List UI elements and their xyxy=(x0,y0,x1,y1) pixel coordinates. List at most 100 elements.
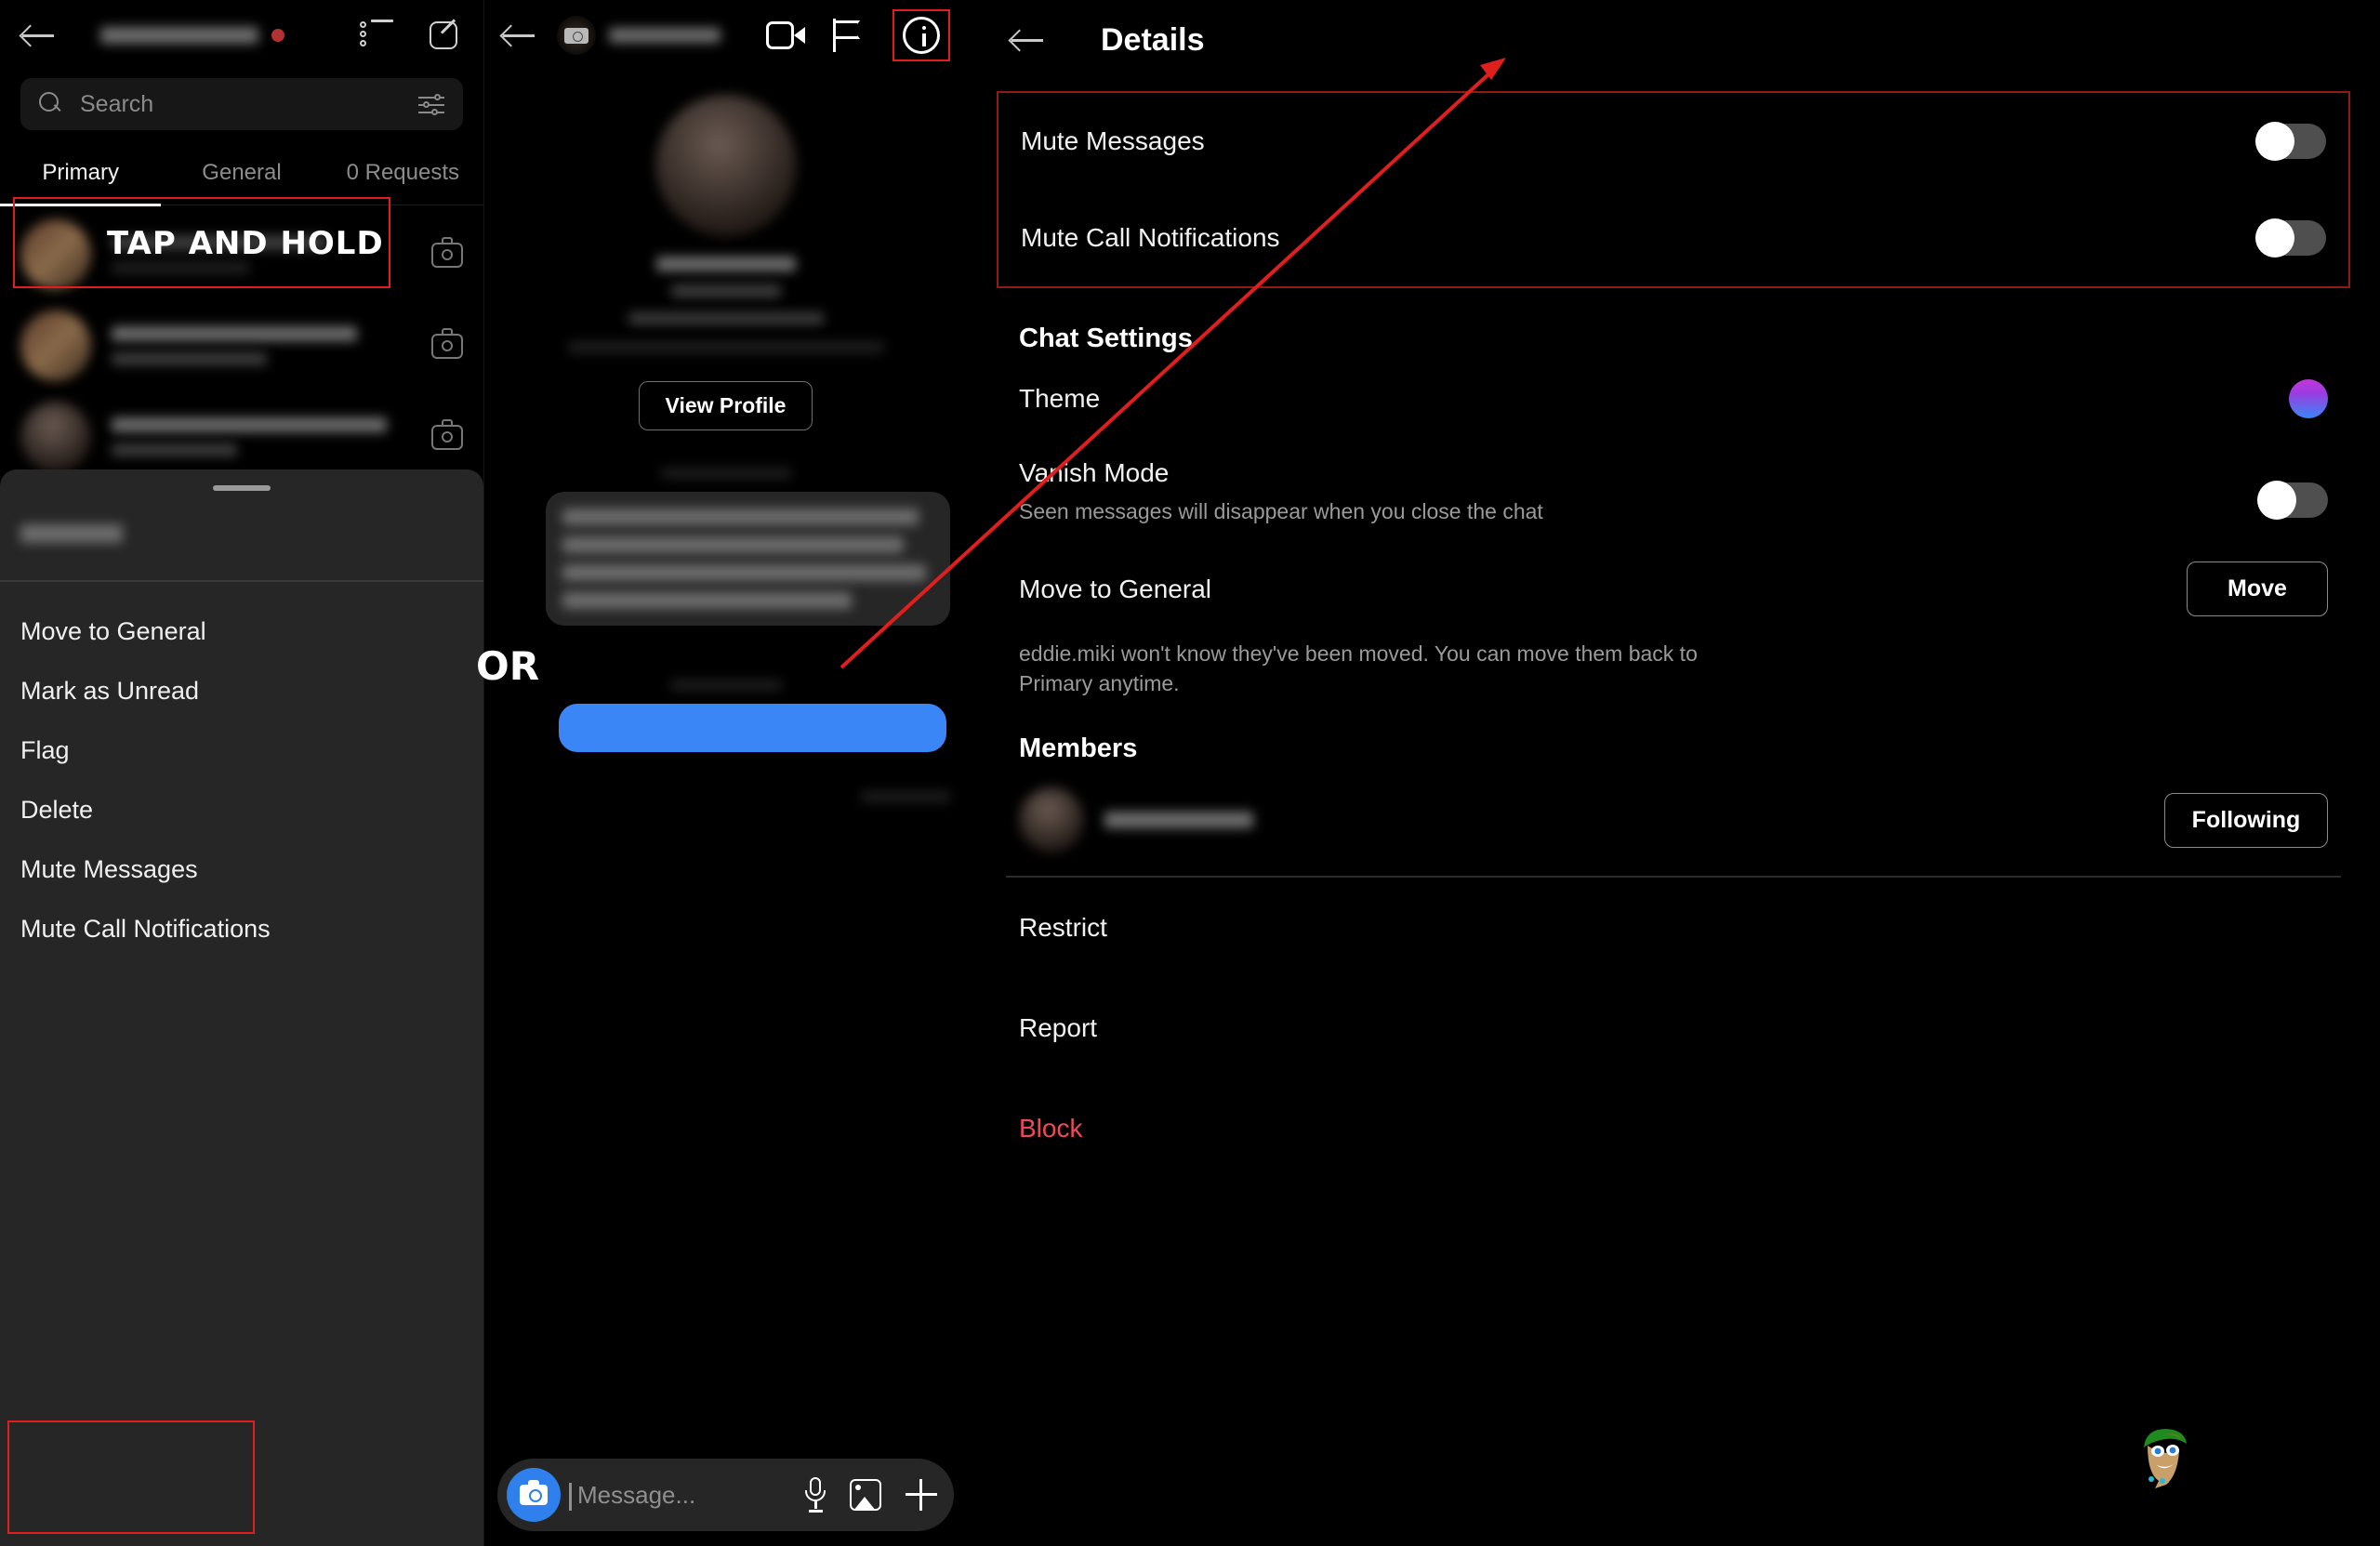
message-bubble-outgoing[interactable] xyxy=(559,704,946,752)
mute-call-notifications-label: Mute Call Notifications xyxy=(1021,223,1280,252)
row-theme[interactable]: Theme xyxy=(997,354,2350,443)
menu-item-mark-as-unread[interactable]: Mark as Unread xyxy=(0,662,483,721)
conversation-row[interactable] xyxy=(0,300,483,391)
camera-icon[interactable] xyxy=(507,1468,561,1522)
action-report[interactable]: Report xyxy=(997,978,2350,1078)
page-title: Details xyxy=(1101,21,1205,58)
flag-icon[interactable] xyxy=(833,19,865,52)
microphone-icon[interactable] xyxy=(805,1477,826,1513)
mute-messages-label: Mute Messages xyxy=(1021,126,1205,155)
message-list xyxy=(484,430,967,802)
chat-profile-header: View Profile xyxy=(484,71,967,430)
menu-item-move-to-general[interactable]: Move to General xyxy=(0,602,483,662)
tab-requests-label: 0 Requests xyxy=(346,160,460,185)
profile-name-redacted xyxy=(655,257,796,271)
member-row[interactable]: Following xyxy=(997,764,2350,876)
menu-item-mute-call-notifications[interactable]: Mute Call Notifications xyxy=(0,900,483,959)
screenshot-root: Search Primary General 0 Requests TAP AN… xyxy=(0,0,2380,1546)
move-to-general-note: eddie.miki won't know they've been moved… xyxy=(1019,641,1698,696)
watermark-logo xyxy=(2144,1429,2187,1488)
camera-icon[interactable] xyxy=(431,327,463,359)
tab-primary[interactable]: Primary xyxy=(0,149,162,206)
move-to-general-label: Move to General xyxy=(1019,574,1211,603)
tab-general[interactable]: General xyxy=(161,149,322,205)
text-caret xyxy=(569,1482,572,1511)
info-icon[interactable] xyxy=(903,17,940,54)
back-arrow-icon[interactable] xyxy=(501,21,536,49)
mute-options-highlight-box xyxy=(7,1420,255,1534)
search-input[interactable]: Search xyxy=(20,78,463,130)
menu-item-delete[interactable]: Delete xyxy=(0,781,483,840)
view-profile-button[interactable]: View Profile xyxy=(638,381,813,430)
plus-icon[interactable] xyxy=(906,1479,937,1511)
inbox-panel: Search Primary General 0 Requests TAP AN… xyxy=(0,0,483,1546)
chat-topbar xyxy=(484,0,967,71)
photo-icon[interactable] xyxy=(850,1479,881,1511)
row-mute-call-notifications[interactable]: Mute Call Notifications xyxy=(998,190,2348,286)
avatar xyxy=(654,95,797,236)
row-move-to-general: Move to General Move xyxy=(997,526,2350,617)
theme-swatch-icon[interactable] xyxy=(2289,379,2328,418)
menu-item-flag[interactable]: Flag xyxy=(0,721,483,781)
action-block[interactable]: Block xyxy=(997,1078,2350,1179)
mute-call-notifications-toggle[interactable] xyxy=(2255,218,2326,258)
message-timestamp-redacted xyxy=(669,680,782,691)
back-arrow-icon[interactable] xyxy=(1010,26,1045,54)
unread-dot-badge xyxy=(271,29,284,42)
action-sheet-items: Move to General Mark as Unread Flag Dele… xyxy=(0,582,483,959)
tab-primary-label: Primary xyxy=(42,160,119,185)
profile-handle-redacted xyxy=(670,284,781,297)
row-vanish-mode[interactable]: Vanish Mode Seen messages will disappear… xyxy=(997,443,2350,526)
conversation-action-sheet: Move to General Mark as Unread Flag Dele… xyxy=(0,469,483,1546)
mute-messages-toggle[interactable] xyxy=(2255,122,2326,161)
account-username-redacted[interactable] xyxy=(100,27,258,44)
search-placeholder: Search xyxy=(80,90,154,117)
following-button[interactable]: Following xyxy=(2164,792,2328,848)
search-icon xyxy=(39,92,63,116)
message-bubble-incoming[interactable] xyxy=(546,492,950,626)
avatar xyxy=(1019,787,1084,853)
sheet-grab-handle[interactable] xyxy=(213,485,271,491)
sheet-username-redacted xyxy=(20,524,123,543)
message-placeholder: Message... xyxy=(577,1480,696,1509)
list-icon[interactable] xyxy=(359,20,394,51)
vanish-mode-toggle[interactable] xyxy=(2257,481,2328,520)
compose-icon[interactable] xyxy=(428,18,463,53)
members-heading: Members xyxy=(1019,733,1138,764)
camera-icon[interactable] xyxy=(431,236,463,268)
message-status-redacted xyxy=(861,791,950,802)
details-topbar: Details xyxy=(997,0,2350,80)
vanish-mode-description: Seen messages will disappear when you cl… xyxy=(1019,499,1543,523)
tab-general-label: General xyxy=(202,160,282,185)
chat-panel: View Profile Message... xyxy=(483,0,967,1546)
row-mute-messages[interactable]: Mute Messages xyxy=(998,93,2348,190)
message-composer[interactable]: Message... xyxy=(497,1459,954,1531)
profile-stats-redacted xyxy=(628,312,824,324)
video-call-icon[interactable] xyxy=(766,21,805,49)
avatar xyxy=(20,402,91,472)
conversation-preview-redacted xyxy=(112,326,411,365)
back-arrow-icon[interactable] xyxy=(20,21,56,49)
profile-bio-redacted xyxy=(567,341,884,353)
message-timestamp-redacted xyxy=(660,468,791,479)
avatar[interactable] xyxy=(557,16,596,55)
camera-icon[interactable] xyxy=(431,418,463,450)
action-restrict[interactable]: Restrict xyxy=(997,878,2350,978)
tap-and-hold-annotation: TAP AND HOLD xyxy=(107,225,384,262)
or-annotation: OR xyxy=(476,643,540,689)
message-input[interactable]: Message... xyxy=(569,1480,805,1511)
inbox-topbar xyxy=(0,0,483,71)
avatar xyxy=(20,311,91,381)
menu-item-mute-messages[interactable]: Mute Messages xyxy=(0,840,483,900)
details-panel: Details Mute Messages Mute Call Notifica… xyxy=(967,0,2380,1546)
member-name-redacted xyxy=(1104,812,1253,829)
conversation-preview-redacted xyxy=(112,417,411,456)
info-icon-highlight-box xyxy=(892,9,950,61)
theme-label: Theme xyxy=(1019,384,1101,413)
chat-title-redacted xyxy=(609,28,721,43)
move-button[interactable]: Move xyxy=(2187,562,2328,617)
mute-section-highlight-box: Mute Messages Mute Call Notifications xyxy=(997,91,2350,288)
sliders-icon[interactable] xyxy=(418,94,444,115)
vanish-mode-label: Vanish Mode xyxy=(1019,458,1170,487)
tab-requests[interactable]: 0 Requests xyxy=(323,149,483,205)
